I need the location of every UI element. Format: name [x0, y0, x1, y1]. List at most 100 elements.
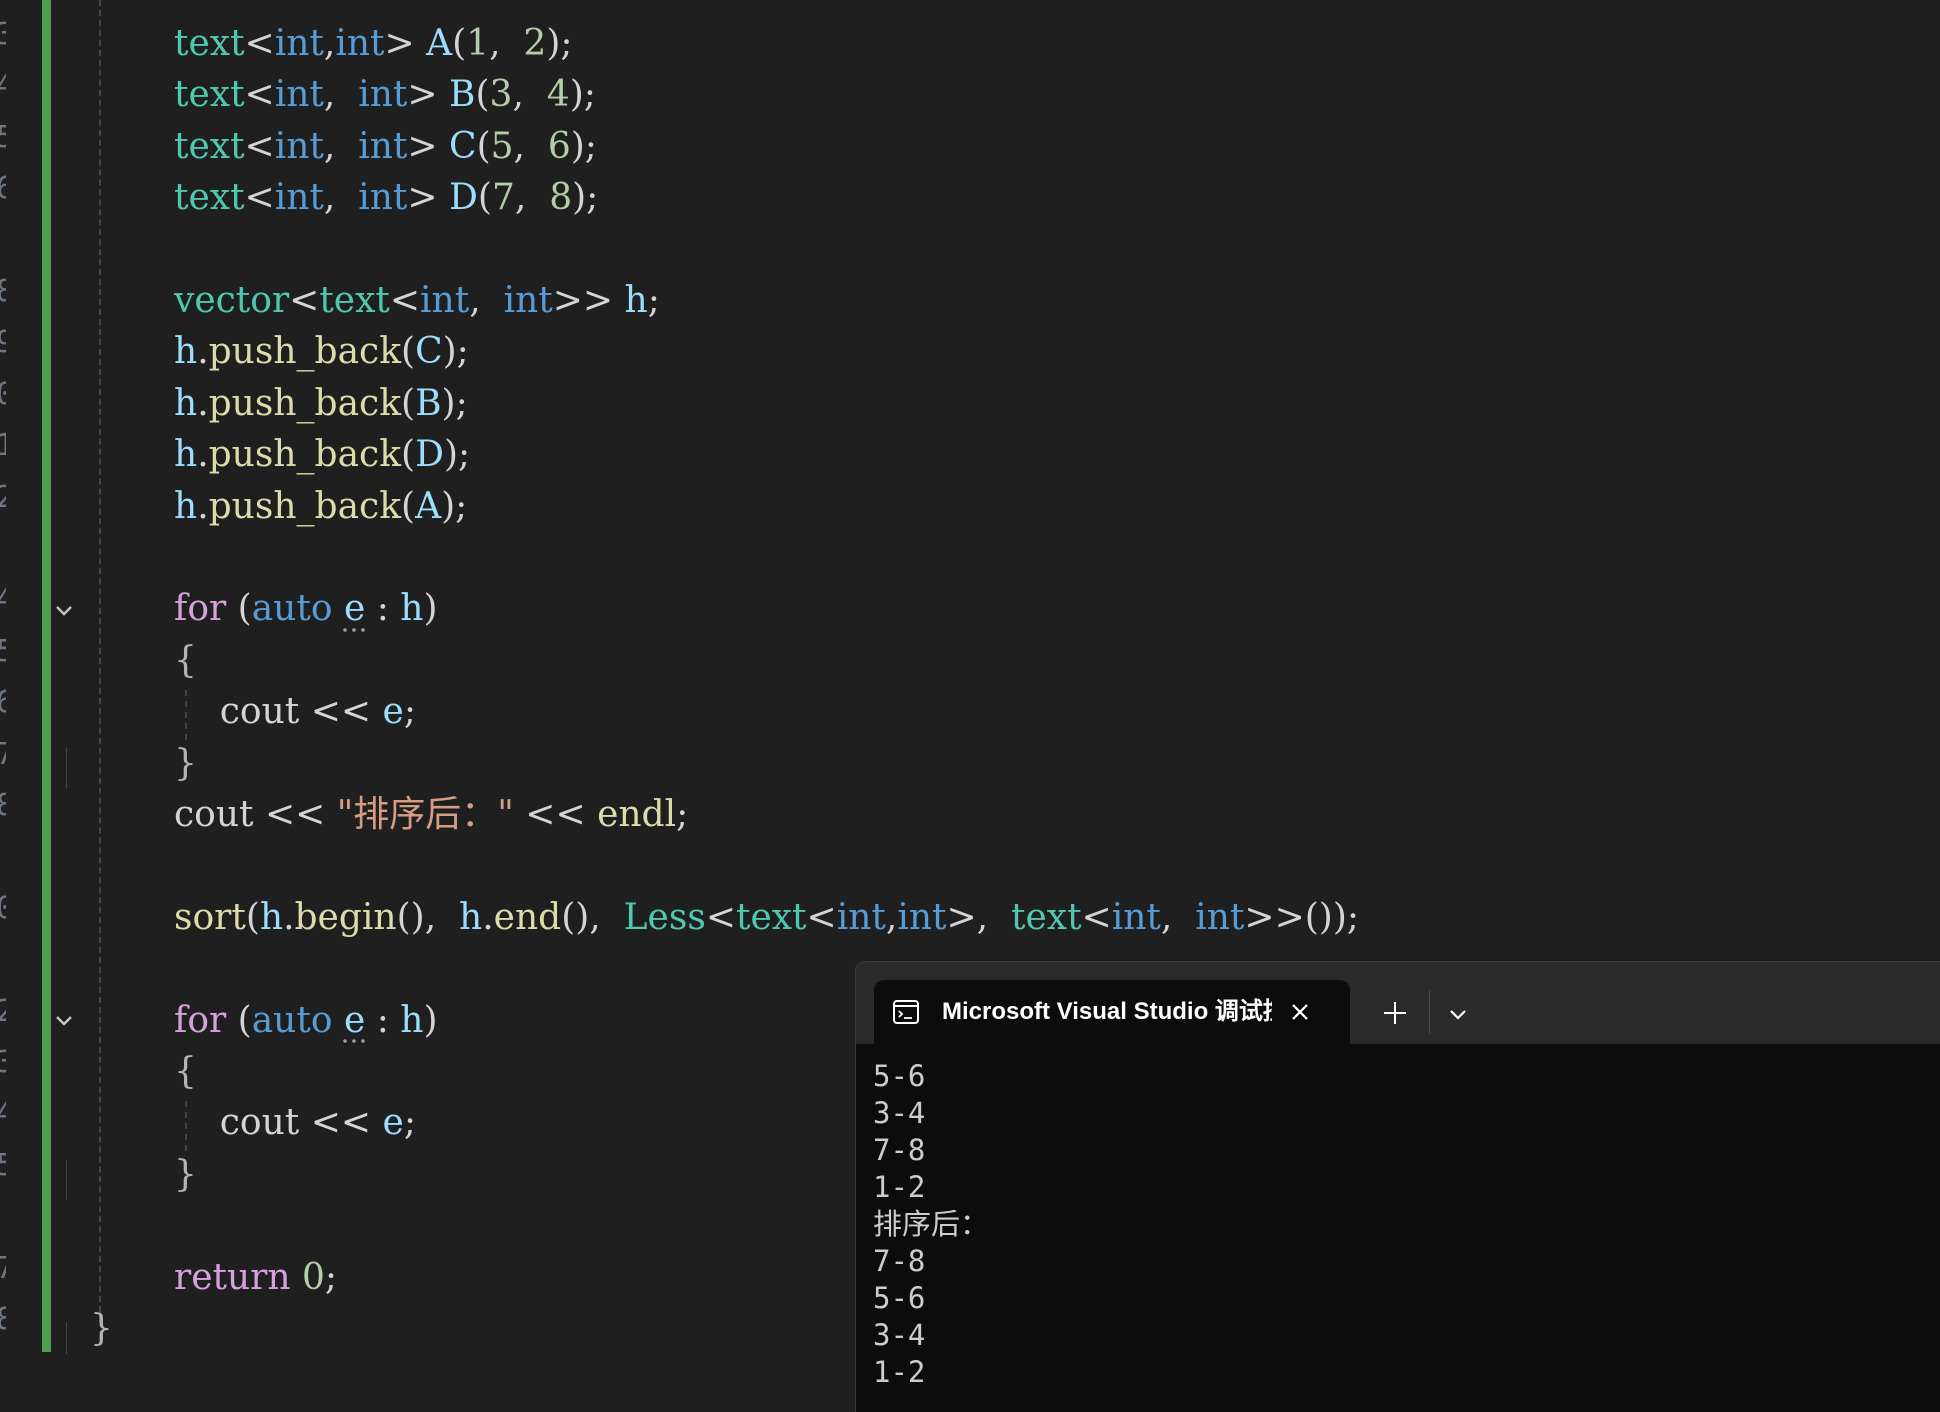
code-token: );: [441, 382, 468, 424]
code-token: ;: [403, 691, 416, 733]
code-line: h.push_back(B);: [174, 381, 468, 427]
code-token: <: [244, 74, 275, 116]
plus-icon[interactable]: [1380, 998, 1410, 1028]
code-token: ;: [403, 1102, 416, 1144]
code-token: int: [1111, 896, 1161, 938]
code-token: text: [1011, 896, 1082, 938]
code-token: int: [897, 896, 947, 938]
code-token: text: [174, 125, 245, 167]
code-token: 0: [302, 1256, 325, 1298]
code-token: (),: [561, 896, 624, 938]
code-token: (: [401, 485, 416, 527]
code-token: push_back: [208, 331, 402, 373]
code-token: (: [226, 588, 252, 630]
code-token: int: [358, 125, 408, 167]
code-token: .: [197, 434, 209, 476]
code-token: 5: [490, 125, 514, 167]
code-token: push_back: [208, 382, 402, 424]
output-line: 1-2: [873, 1170, 926, 1204]
code-line: h.push_back(A);: [174, 484, 467, 530]
code-token: int: [358, 74, 408, 116]
console-icon: [892, 998, 920, 1026]
debug-console-window[interactable]: Microsoft Visual Studio 调试控制台 5-63-47-81…: [855, 961, 1940, 1412]
code-token: cout: [174, 794, 265, 835]
code-token: B: [449, 74, 476, 116]
code-token: ,: [323, 23, 336, 64]
code-token: ): [423, 588, 438, 630]
code-line: }: [90, 1306, 113, 1352]
code-token: h: [259, 896, 284, 938]
code-token: 8: [549, 177, 573, 219]
terminal-tab-title: Microsoft Visual Studio 调试控制台: [942, 998, 1272, 1025]
line-number: 7: [0, 1254, 6, 1284]
code-token: vector: [174, 280, 290, 321]
code-token: }: [174, 742, 197, 784]
chevron-down-icon[interactable]: [1446, 1002, 1470, 1026]
code-token: ,: [885, 896, 898, 938]
code-token: );: [570, 125, 597, 167]
code-line: }: [174, 741, 197, 787]
output-line: 5-6: [873, 1281, 926, 1315]
line-number: 0: [0, 894, 6, 924]
code-token: ,: [469, 280, 504, 321]
code-token: cout: [174, 1102, 311, 1144]
code-token: text: [174, 177, 245, 219]
code-line: vector<text<int, int>> h;: [174, 278, 660, 324]
code-token: <<: [264, 794, 337, 835]
code-token: begin: [294, 896, 397, 938]
close-icon[interactable]: [1286, 998, 1314, 1026]
fold-end-marker: [66, 1322, 67, 1354]
line-number: 2: [0, 997, 6, 1027]
code-token: 1: [466, 23, 490, 64]
code-line: text<int,int> A(1, 2);: [174, 21, 573, 67]
code-token: auto: [251, 588, 333, 630]
code-token: A: [426, 23, 453, 64]
fold-chevron-icon[interactable]: [54, 600, 74, 620]
code-line: for (auto e : h): [174, 586, 438, 632]
code-token: h: [400, 588, 424, 630]
code-token: int: [1195, 896, 1245, 938]
terminal-tab[interactable]: Microsoft Visual Studio 调试控制台: [874, 980, 1350, 1044]
code-token: .: [197, 382, 209, 424]
code-token: ;: [647, 280, 660, 321]
code-token: text: [174, 23, 245, 64]
code-token: (: [477, 177, 492, 219]
code-token: int: [335, 23, 385, 64]
code-token: int: [274, 125, 324, 167]
code-token: C: [415, 331, 443, 373]
code-line: for (auto e : h): [174, 998, 438, 1044]
code-token: >>());: [1244, 896, 1359, 938]
code-token: sort: [174, 896, 246, 938]
line-number: 5: [0, 123, 6, 153]
code-token: return: [174, 1256, 291, 1298]
code-token: int: [274, 23, 324, 64]
code-line: cout << e;: [174, 689, 416, 735]
code-token: end: [493, 896, 562, 938]
output-line: 3-4: [873, 1096, 926, 1130]
code-line: h.push_back(C);: [174, 329, 469, 375]
code-token: <: [389, 280, 421, 321]
code-token: for: [174, 999, 227, 1041]
line-number: 4: [0, 71, 6, 101]
code-token: >>: [552, 280, 625, 321]
line-number: 2: [0, 483, 6, 513]
code-token: (: [401, 331, 416, 373]
line-number: 4: [0, 585, 6, 615]
code-token: );: [441, 485, 468, 527]
code-token: }: [90, 1308, 113, 1349]
code-token: push_back: [208, 434, 402, 476]
code-line: return 0;: [174, 1255, 337, 1301]
terminal-output: 5-6 3-4 7-8 1-2 排序后： 7-8 5-6 3-4 1-2: [873, 1058, 989, 1391]
code-token: <: [244, 177, 275, 219]
output-line: 3-4: [873, 1318, 926, 1352]
code-token: h: [174, 434, 198, 476]
indent-guide: [99, 0, 101, 1322]
code-token: 6: [547, 125, 571, 167]
code-token: 3: [489, 74, 513, 116]
fold-chevron-icon[interactable]: [54, 1010, 74, 1030]
code-token: >: [407, 177, 450, 219]
code-token: 2: [523, 23, 547, 64]
change-indicator-bar: [42, 0, 51, 1352]
